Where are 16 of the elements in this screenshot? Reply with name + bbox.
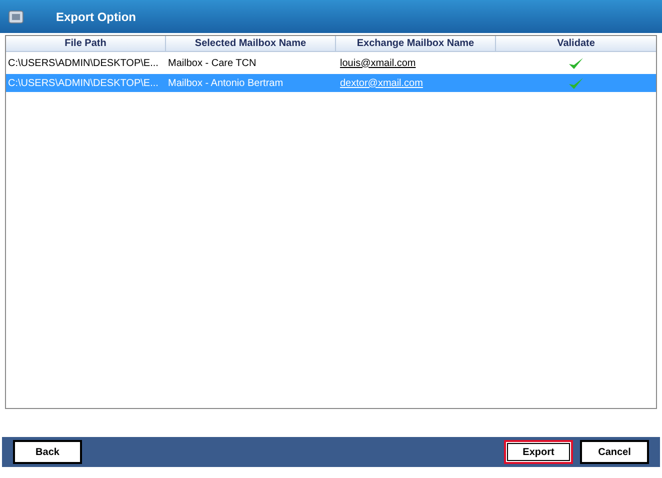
mailbox-cell-text: Mailbox - Antonio Bertram <box>167 76 284 90</box>
table-row[interactable]: C:\USERS\ADMIN\DESKTOP\E... Mailbox - Care TCN louis@xmail.com <box>6 54 656 72</box>
column-header[interactable]: Selected Mailbox Name <box>166 36 336 51</box>
column-header[interactable]: Validate <box>496 36 656 51</box>
dialog-button[interactable]: Cancel <box>580 440 649 464</box>
file-path-cell-text: C:\USERS\ADMIN\DESKTOP\E... <box>7 56 160 70</box>
dialog-button[interactable]: Back <box>13 440 82 464</box>
file-path-cell-text: C:\USERS\ADMIN\DESKTOP\E... <box>7 76 160 90</box>
column-header[interactable]: Exchange Mailbox Name <box>336 36 496 51</box>
email-cell-text: louis@xmail.com <box>339 56 417 70</box>
email-cell-text: dextor@xmail.com <box>339 76 424 90</box>
window-title: Export Option <box>55 8 136 26</box>
app-icon <box>8 8 24 24</box>
dialog-button[interactable]: Export <box>504 440 573 464</box>
column-header[interactable]: File Path <box>6 36 166 51</box>
mailbox-cell-text: Mailbox - Care TCN <box>167 56 258 70</box>
